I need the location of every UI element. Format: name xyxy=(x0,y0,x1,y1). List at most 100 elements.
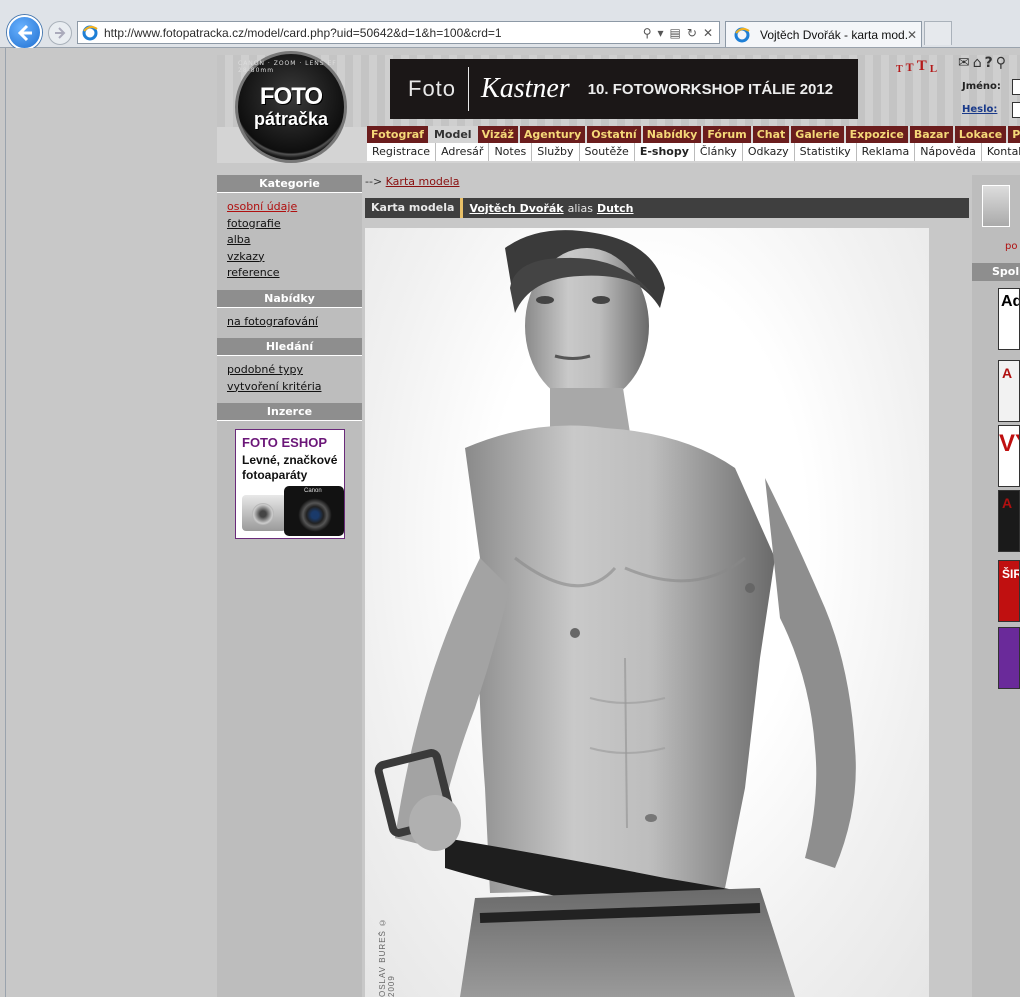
subnav-item-reklama[interactable]: Reklama xyxy=(857,143,916,161)
hledani-list: podobné typy vytvoření kritéria xyxy=(217,356,362,403)
browser-chrome: http://www.fotopatracka.cz/model/card.ph… xyxy=(0,0,1020,50)
nav-item-fotograf[interactable]: Fotograf xyxy=(367,126,430,143)
subnav-item-notes[interactable]: Notes xyxy=(489,143,533,161)
right-ad-3[interactable]: VY xyxy=(998,425,1020,487)
subnav-item-sluzby[interactable]: Služby xyxy=(532,143,580,161)
link-vytvoreni-kriteria[interactable]: vytvoření kritéria xyxy=(227,379,352,396)
subnav-item-e-shopy[interactable]: E-shopy xyxy=(635,143,695,161)
new-tab-button[interactable] xyxy=(924,21,952,45)
site-header: CANON · ZOOM · LENS EF 28-80mm FOTO pátr… xyxy=(217,51,1020,163)
nav-item-ostatni[interactable]: Ostatní xyxy=(587,126,643,143)
nabidky-heading: Nabídky xyxy=(217,289,362,308)
ad-title: FOTO ESHOP xyxy=(242,435,327,450)
banner-kastner: Kastner xyxy=(481,73,570,104)
logo-line2: pátračka xyxy=(253,109,329,129)
right-ad-1[interactable]: Ad xyxy=(998,288,1020,350)
title-separator xyxy=(460,198,464,218)
breadcrumb-prefix: --> xyxy=(365,175,383,188)
close-tab-icon[interactable]: ✕ xyxy=(907,28,917,42)
model-thumbnail[interactable] xyxy=(982,185,1010,227)
text-size-small[interactable]: T xyxy=(896,64,903,75)
back-button[interactable] xyxy=(7,15,42,50)
forward-button[interactable] xyxy=(48,21,72,45)
name-input[interactable] xyxy=(1012,79,1020,95)
nickname-link[interactable]: Dutch xyxy=(597,202,634,215)
text-size-medium[interactable]: T xyxy=(906,60,914,75)
stop-icon[interactable]: ✕ xyxy=(703,26,713,40)
dropdown-icon[interactable]: ▾ xyxy=(658,26,664,40)
nav-item-lokace[interactable]: Lokace xyxy=(954,126,1009,143)
banner-workshop: 10. FOTOWORKSHOP ITÁLIE 2012 xyxy=(587,80,834,98)
subnav-item-napoveda[interactable]: Nápověda xyxy=(915,143,982,161)
nav-item-expozice[interactable]: Expozice xyxy=(845,126,910,143)
subnav-item-odkazy[interactable]: Odkazy xyxy=(743,143,795,161)
right-ad-2[interactable]: A xyxy=(998,360,1020,422)
camera-brand: Canon xyxy=(304,488,322,494)
subnav-item-statistiky[interactable]: Statistiky xyxy=(795,143,857,161)
kategorie-list: osobní údaje fotografie alba vzkazy refe… xyxy=(217,193,362,290)
header-icons: ✉ ⌂ ? ⚲ xyxy=(958,55,1006,71)
foto-eshop-ad[interactable]: FOTO ESHOP Levné, značkové fotoaparáty C… xyxy=(235,429,345,539)
subnav-item-registrace[interactable]: Registrace xyxy=(367,143,437,161)
card-label: Karta modela xyxy=(371,201,455,214)
right-column: po Spolupr Ad A VY A ŠIR xyxy=(972,175,1020,997)
subnav-item-adresar[interactable]: Adresář xyxy=(436,143,490,161)
browser-tab[interactable]: Vojtěch Dvořák - karta mod... ✕ xyxy=(725,21,922,47)
link-na-fotografovani[interactable]: na fotografování xyxy=(227,314,352,331)
nav-item-model[interactable]: Model xyxy=(429,126,478,143)
link-vzkazy[interactable]: vzkazy xyxy=(227,249,352,266)
right-ad-6[interactable] xyxy=(998,627,1020,689)
nav-item-poradny[interactable]: Poradny xyxy=(1008,126,1020,143)
inzerce-heading: Inzerce xyxy=(217,403,362,421)
link-podobne-typy[interactable]: podobné typy xyxy=(227,362,352,379)
mail-icon[interactable]: ✉ xyxy=(958,55,970,71)
nav-item-bazar[interactable]: Bazar xyxy=(909,126,955,143)
compat-view-icon[interactable]: ▤ xyxy=(670,26,681,40)
link-osobni-udaje[interactable]: osobní údaje xyxy=(227,199,352,216)
sub-nav: Registrace Adresář Notes Služby Soutěže E-sho… xyxy=(367,143,1020,161)
subnav-item-kontakt[interactable]: Kontakt xyxy=(982,143,1020,161)
arrow-right-icon xyxy=(55,27,66,39)
hledani-heading: Hledání xyxy=(217,338,362,356)
ie-page-icon xyxy=(82,25,98,41)
text-size-layout[interactable]: L xyxy=(930,63,937,75)
password-label[interactable]: Heslo: xyxy=(962,104,997,115)
nav-item-agentury[interactable]: Agentury xyxy=(519,126,588,143)
link-fotografie[interactable]: fotografie xyxy=(227,216,352,233)
po-text[interactable]: po xyxy=(1005,241,1017,252)
search-icon[interactable]: ⚲ xyxy=(996,55,1006,71)
password-input[interactable] xyxy=(1012,102,1020,118)
text-size-controls: T T T L xyxy=(896,58,937,75)
model-photo[interactable] xyxy=(365,228,929,997)
model-name-link[interactable]: Vojtěch Dvořák xyxy=(469,202,563,215)
breadcrumb-link[interactable]: Karta modela xyxy=(386,175,460,188)
refresh-icon[interactable]: ↻ xyxy=(687,26,697,40)
link-alba[interactable]: alba xyxy=(227,232,352,249)
kastner-banner[interactable]: Foto Kastner 10. FOTOWORKSHOP ITÁLIE 201… xyxy=(390,59,858,119)
nabidky-list: na fotografování xyxy=(217,308,362,339)
address-bar[interactable]: http://www.fotopatracka.cz/model/card.ph… xyxy=(77,21,720,44)
right-ad-5[interactable]: ŠIR xyxy=(998,560,1020,622)
logo-line1: FOTO xyxy=(259,83,323,110)
subnav-item-souteze[interactable]: Soutěže xyxy=(580,143,635,161)
text-size-large[interactable]: T xyxy=(917,58,927,75)
site-logo[interactable]: CANON · ZOOM · LENS EF 28-80mm FOTO pátr… xyxy=(235,51,347,163)
banner-foto: Foto xyxy=(408,76,457,101)
nav-item-galerie[interactable]: Galerie xyxy=(791,126,846,143)
nav-item-nabidky[interactable]: Nabídky xyxy=(642,126,704,143)
subnav-item-clanky[interactable]: Články xyxy=(695,143,743,161)
url-text[interactable]: http://www.fotopatracka.cz/model/card.ph… xyxy=(104,26,643,40)
link-reference[interactable]: reference xyxy=(227,265,352,282)
nav-item-vizaz[interactable]: Vizáž xyxy=(477,126,520,143)
search-icon[interactable]: ⚲ xyxy=(643,26,652,40)
help-icon[interactable]: ? xyxy=(985,55,993,71)
nav-item-chat[interactable]: Chat xyxy=(752,126,792,143)
main-nav: Fotograf Model Vizáž Agentury Ostatní Nabídky… xyxy=(367,126,1020,143)
nav-item-forum[interactable]: Fórum xyxy=(703,126,753,143)
kategorie-heading: Kategorie xyxy=(217,175,362,193)
photo-credit: OSLAV BUREŠ © 2009 xyxy=(378,916,396,997)
spoluprace-heading: Spolupr xyxy=(972,263,1020,281)
home-icon[interactable]: ⌂ xyxy=(973,55,982,71)
compact-camera-image xyxy=(242,495,286,531)
right-ad-4[interactable]: A xyxy=(998,490,1020,552)
